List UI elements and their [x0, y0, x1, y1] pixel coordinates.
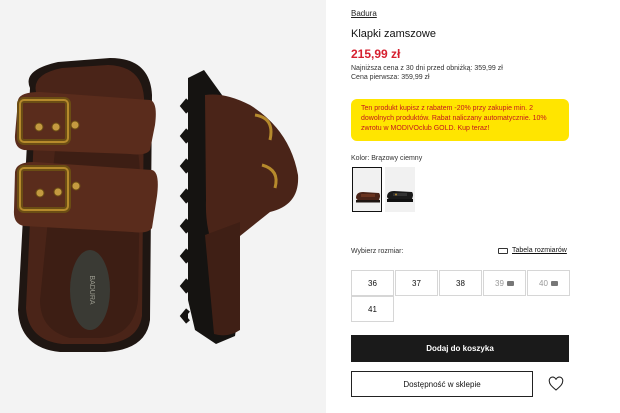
product-image: BADURA [13, 58, 299, 352]
sandal-top-view: BADURA [13, 58, 158, 352]
color-label: Kolor: Brązowy ciemny [351, 155, 423, 162]
color-swatch-brown[interactable] [352, 167, 382, 212]
brown-sandal-thumbnail [356, 192, 380, 203]
color-swatch-black[interactable] [385, 167, 415, 212]
size-table-link[interactable]: Tabela rozmiarów [498, 247, 567, 254]
notify-mail-icon [506, 280, 514, 286]
size-option-39[interactable]: 39 [483, 270, 526, 296]
brand-link[interactable]: Badura [351, 9, 377, 18]
insole-logo: BADURA [88, 275, 95, 305]
size-option-41[interactable]: 41 [351, 296, 394, 322]
product-price: 215,99 zł [351, 47, 401, 61]
lowest-price-note: Najniższa cena z 30 dni przed obniżką: 3… [351, 65, 503, 72]
add-to-cart-button[interactable]: Dodaj do koszyka [351, 335, 569, 362]
size-option-37[interactable]: 37 [395, 270, 438, 296]
ruler-icon [498, 247, 508, 254]
heart-icon[interactable] [548, 376, 564, 392]
size-table-label: Tabela rozmiarów [512, 247, 567, 254]
size-option-label: 38 [456, 278, 465, 288]
promo-line-2: dowolnych produktów. Rabat naliczany aut… [361, 115, 547, 122]
size-option-38[interactable]: 38 [439, 270, 482, 296]
size-option-36[interactable]: 36 [351, 270, 394, 296]
first-price-note: Cena pierwsza: 359,99 zł [351, 74, 430, 81]
promo-line-3: zwrotu w MODIVOclub GOLD. Kup teraz! [361, 125, 490, 132]
size-option-label: 40 [539, 278, 548, 288]
product-gallery[interactable]: BADURA [0, 0, 326, 413]
sandal-side-view [179, 70, 299, 344]
store-availability-button[interactable]: Dostępność w sklepie [351, 371, 533, 397]
size-option-label: 37 [412, 278, 421, 288]
size-option-label: 36 [368, 278, 377, 288]
size-option-40[interactable]: 40 [527, 270, 570, 296]
product-title: Klapki zamszowe [351, 28, 436, 40]
size-label: Wybierz rozmiar: [351, 248, 404, 255]
size-option-label: 39 [495, 278, 504, 288]
promo-line-1: Ten produkt kupisz z rabatem -20% przy z… [361, 105, 533, 112]
size-option-label: 41 [368, 304, 377, 314]
notify-mail-icon [550, 280, 558, 286]
black-sandal-thumbnail [387, 191, 413, 202]
promo-banner[interactable]: Ten produkt kupisz z rabatem -20% przy z… [351, 99, 569, 141]
